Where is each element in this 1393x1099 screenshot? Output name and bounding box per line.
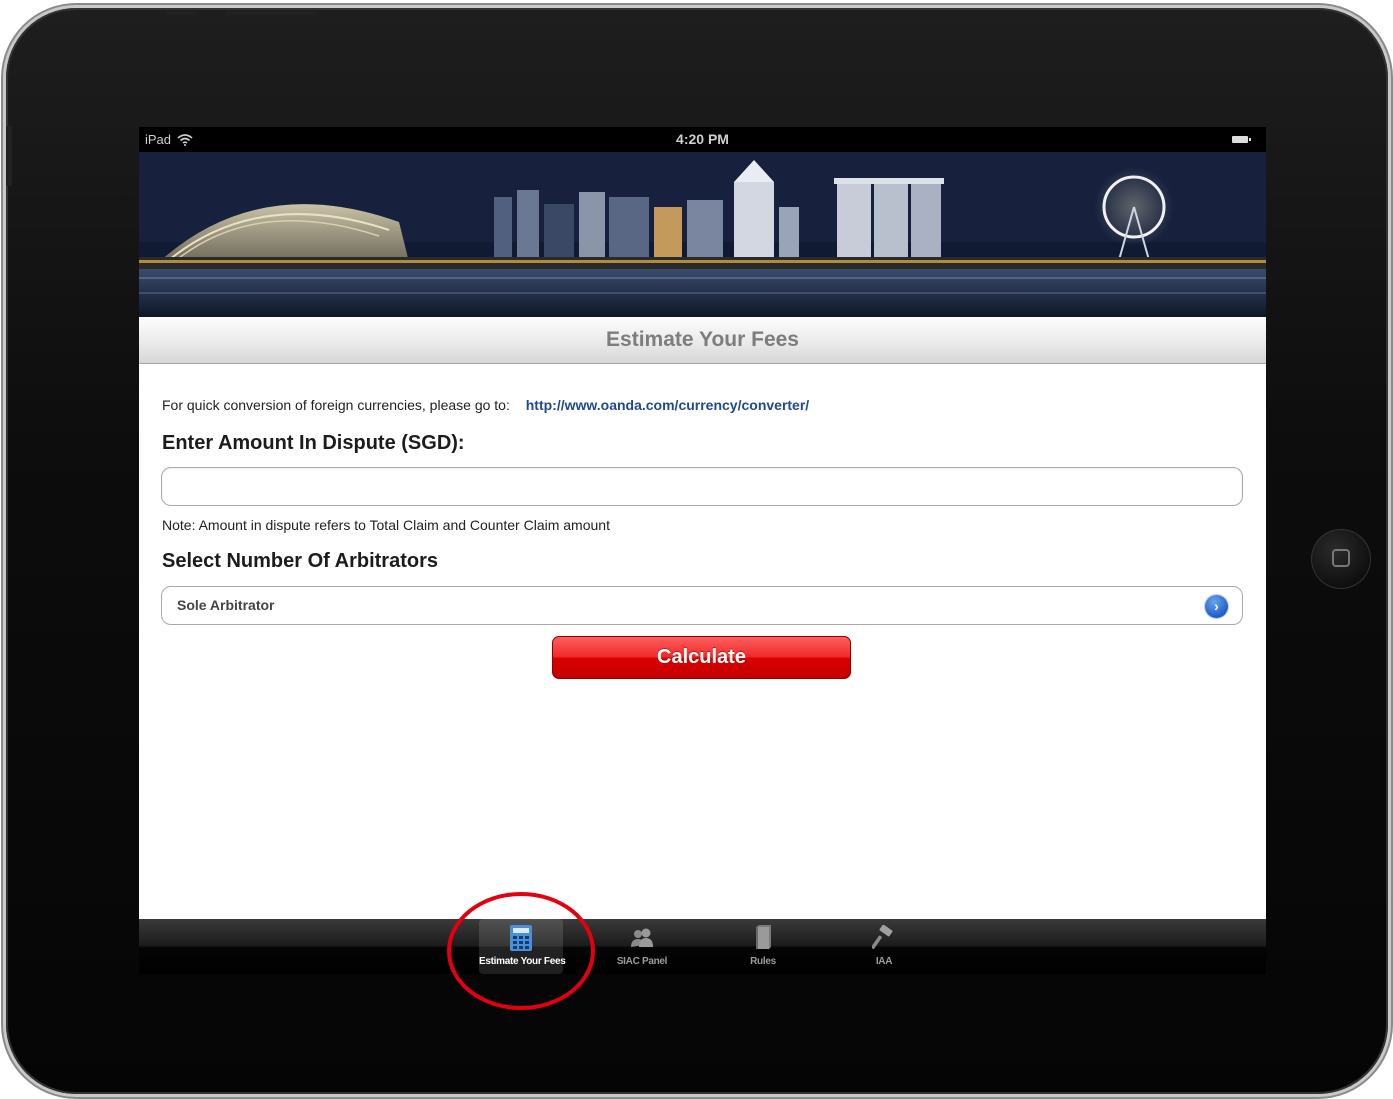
calculate-button[interactable]: Calculate	[552, 636, 851, 679]
arbitrators-select-value: Sole Arbitrator	[177, 597, 275, 613]
home-square-icon	[1332, 549, 1350, 567]
gavel-icon	[872, 925, 893, 950]
home-button[interactable]	[1311, 529, 1371, 589]
book-icon	[756, 925, 771, 949]
status-time: 4:20 PM	[676, 131, 729, 147]
status-bar: iPad 4:20 PM	[139, 127, 1266, 152]
tab-rules[interactable]: Rules	[721, 919, 805, 974]
tab-bar: Estimate Your Fees SIAC Panel Rules IAA	[139, 919, 1266, 974]
tab-label: Estimate Your Fees	[479, 956, 566, 967]
amount-note: Note: Amount in dispute refers to Total …	[162, 517, 610, 533]
tab-label: IAA	[875, 956, 893, 967]
currency-note: For quick conversion of foreign currenci…	[162, 397, 510, 413]
page-title: Estimate Your Fees	[606, 328, 799, 351]
arbitrators-select[interactable]: Sole Arbitrator ›	[161, 586, 1243, 625]
side-switch	[6, 126, 12, 186]
people-icon	[631, 928, 653, 947]
app-screen: iPad 4:20 PM Estimate Your Fees For quic…	[139, 127, 1266, 974]
tab-siac-panel[interactable]: SIAC Panel	[600, 919, 684, 974]
calculator-icon	[510, 925, 532, 951]
skyline-illustration	[139, 152, 1266, 317]
arbitrators-heading: Select Number Of Arbitrators	[162, 550, 438, 572]
top-edge	[156, 8, 316, 16]
navigation-bar: Estimate Your Fees	[139, 317, 1266, 364]
amount-heading: Enter Amount In Dispute (SGD):	[162, 432, 465, 454]
tab-iaa[interactable]: IAA	[842, 919, 926, 974]
currency-info: For quick conversion of foreign currenci…	[162, 397, 809, 413]
tab-label: SIAC Panel	[616, 956, 668, 967]
tab-label: Rules	[750, 956, 776, 967]
currency-converter-link[interactable]: http://www.oanda.com/currency/converter/	[526, 397, 809, 413]
chevron-right-icon[interactable]: ›	[1205, 595, 1228, 618]
battery-icon	[1232, 136, 1251, 143]
amount-input[interactable]	[161, 467, 1243, 506]
tab-estimate-your-fees[interactable]: Estimate Your Fees	[479, 919, 566, 974]
skyline-banner	[139, 152, 1266, 317]
